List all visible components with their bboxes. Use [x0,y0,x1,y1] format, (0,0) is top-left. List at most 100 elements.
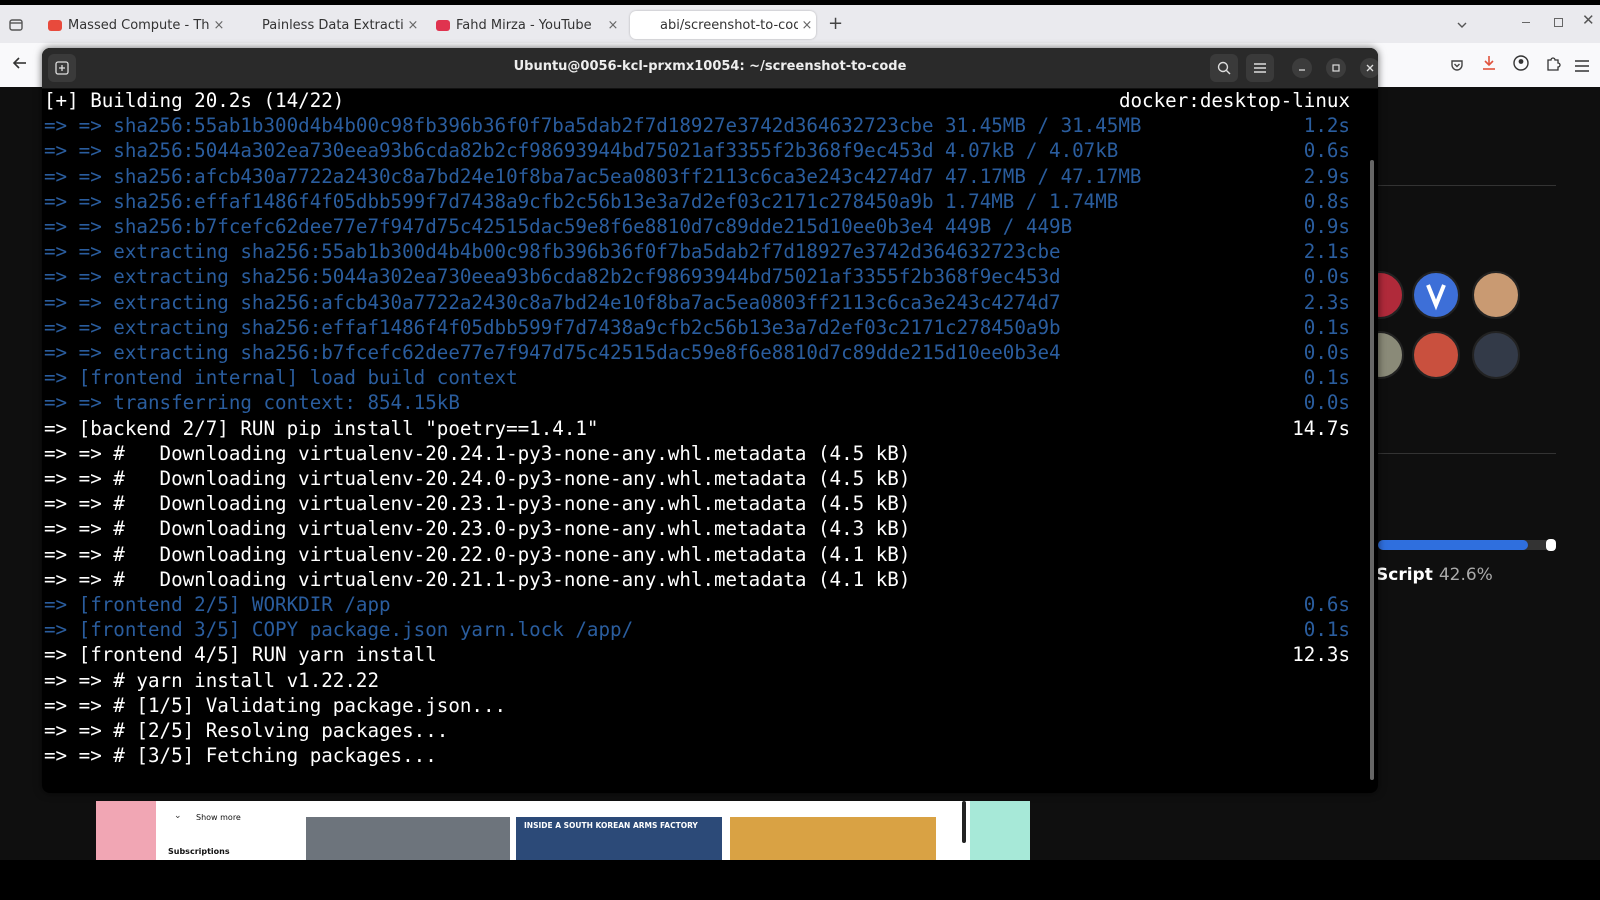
new-tab-button[interactable]: + [828,13,843,34]
terminal-line: => => sha256:afcb430a7722a2430c8a7bd24e1… [44,164,1350,189]
terminal-line-text: => => # Downloading virtualenv-20.22.0-p… [44,543,911,566]
terminal-line: => => # Downloading virtualenv-20.24.1-p… [44,441,1350,466]
close-tab-icon[interactable]: × [604,18,622,33]
close-tab-icon[interactable]: × [210,18,228,33]
terminal-line-text: => => extracting sha256:5044a302ea730eea… [44,265,1061,288]
terminal-titlebar: Ubuntu@0056-kcl-prxmx10054: ~/screenshot… [42,48,1378,89]
terminal-line: => [backend 2/7] RUN pip install "poetry… [44,416,1350,441]
preview-edge [970,801,1030,860]
terminal-line-duration: 0.0s [1303,265,1350,288]
terminal-line-text: => => # Downloading virtualenv-20.24.1-p… [44,442,911,465]
terminal-line-text: => => # Downloading virtualenv-20.24.0-p… [44,467,911,490]
terminal-line-text: => [frontend 4/5] RUN yarn install [44,643,437,666]
search-icon[interactable] [1210,54,1238,82]
video-thumbnail[interactable] [306,817,510,860]
terminal-line: => => extracting sha256:effaf1486f4f05db… [44,315,1350,340]
page-favicon-icon [242,20,256,31]
terminal-line-duration: 0.0s [1303,391,1350,414]
downloads-icon[interactable] [1482,55,1496,75]
terminal-line-text: => => sha256:5044a302ea730eea93b6cda82b2… [44,139,1119,162]
tab-screenshot-to-code[interactable]: abi/screenshot-to-code: × [630,11,816,39]
terminal-line: => [frontend 2/5] WORKDIR /app 0.6s [44,592,1350,617]
terminal-line-text: => => sha256:b7fcefc62dee77e7f947d75c425… [44,215,1073,238]
terminal-line-duration: 0.0s [1303,341,1350,364]
terminal-title: Ubuntu@0056-kcl-prxmx10054: ~/screenshot… [513,59,907,74]
page-favicon-icon [640,20,654,31]
minimize-window-icon[interactable] [1522,22,1530,23]
terminal-scrollbar[interactable] [1370,160,1374,780]
contributor-avatar[interactable] [1472,331,1520,379]
divider [1378,185,1556,186]
youtube-sidebar: ⌄ Show more Subscriptions [156,801,302,860]
terminal-line-duration: 0.9s [1303,215,1350,238]
terminal-line: => => # Downloading virtualenv-20.24.0-p… [44,466,1350,491]
scrollbar[interactable] [962,801,966,843]
extensions-icon[interactable] [1545,55,1561,75]
terminal-line: => => # Downloading virtualenv-20.21.1-p… [44,567,1350,592]
terminal-line-text: => [backend 2/7] RUN pip install "poetry… [44,417,599,440]
menu-hamburger-icon[interactable] [1246,54,1274,82]
tab-painless-data-extraction[interactable]: Painless Data Extraction × [232,11,422,39]
tab-overflow-chevron-icon[interactable] [1456,16,1468,35]
terminal-line-duration: 0.1s [1303,366,1350,389]
restore-window-icon[interactable] [1554,18,1563,27]
terminal-line: => => extracting sha256:b7fcefc62dee77e7… [44,340,1350,365]
pocket-icon[interactable] [1450,57,1464,76]
terminal-line-text: => => extracting sha256:55ab1b300d4b4b00… [44,240,1061,263]
terminal-line-text: => => sha256:55ab1b300d4b4b00c98fb396b36… [44,114,1142,137]
close-window-icon[interactable] [1360,58,1378,78]
terminal-line-duration: 0.1s [1303,618,1350,641]
menu-hamburger-icon[interactable] [1575,57,1589,76]
terminal-line: => => sha256:b7fcefc62dee77e7f947d75c425… [44,214,1350,239]
contributor-avatar[interactable] [1472,271,1520,319]
build-status: [+] Building 20.2s (14/22) [44,89,345,112]
terminal-line-duration: 0.6s [1303,139,1350,162]
terminal-line-duration: 2.9s [1303,165,1350,188]
divider [1378,453,1556,454]
terminal-line-duration: 0.6s [1303,593,1350,616]
tab-massed-compute[interactable]: Massed Compute - Think × [38,11,228,39]
preview-edge [96,801,156,860]
close-tab-icon[interactable]: × [404,18,422,33]
terminal-line-duration: 12.3s [1292,643,1350,666]
terminal-line: => => # Downloading virtualenv-20.23.1-p… [44,491,1350,516]
terminal-line: => => # [3/5] Fetching packages... [44,743,1350,768]
terminal-line-text: => [frontend 3/5] COPY package.json yarn… [44,618,634,641]
terminal-line-duration: 14.7s [1292,417,1350,440]
contributor-avatar[interactable] [1412,271,1460,319]
tab-list-icon[interactable] [9,16,23,35]
close-window-icon[interactable]: ✕ [1582,11,1595,29]
video-thumbnail[interactable] [730,817,936,860]
language-percent: 42.6% [1438,565,1493,585]
terminal-output[interactable]: [+] Building 20.2s (14/22) docker:deskto… [42,88,1378,793]
terminal-line-text: => => # yarn install v1.22.22 [44,669,380,692]
contributor-avatar[interactable] [1412,331,1460,379]
terminal-line-text: => => sha256:afcb430a7722a2430c8a7bd24e1… [44,165,1142,188]
video-thumbnail[interactable]: INSIDE A SOUTH KOREAN ARMS FACTORY [516,817,722,860]
terminal-header-line: [+] Building 20.2s (14/22) docker:deskto… [44,88,1350,113]
terminal-line: => => # [1/5] Validating package.json... [44,693,1350,718]
terminal-line: => => transferring context: 854.15kB 0.0s [44,390,1350,415]
terminal-line-text: => => # [3/5] Fetching packages... [44,744,437,767]
show-more-link[interactable]: Show more [196,813,241,822]
terminal-window[interactable]: Ubuntu@0056-kcl-prxmx10054: ~/screenshot… [42,48,1378,793]
close-tab-icon[interactable]: × [798,18,816,33]
terminal-line-text: => [frontend internal] load build contex… [44,366,518,389]
chevron-down-icon[interactable]: ⌄ [174,811,182,821]
account-icon[interactable] [1513,55,1529,75]
language-bar-segment [1546,539,1556,551]
terminal-line: => [frontend 3/5] COPY package.json yarn… [44,617,1350,642]
tab-fahd-mirza-youtube[interactable]: Fahd Mirza - YouTube × [426,11,622,39]
terminal-line: => => extracting sha256:5044a302ea730eea… [44,264,1350,289]
terminal-line-text: => => sha256:effaf1486f4f05dbb599f7d7438… [44,190,1119,213]
minimize-window-icon[interactable] [1292,58,1312,78]
terminal-line-duration: 0.1s [1303,316,1350,339]
maximize-window-icon[interactable] [1326,58,1346,78]
terminal-line: => [frontend internal] load build contex… [44,365,1350,390]
tab-title: Painless Data Extraction [262,17,404,33]
terminal-line-duration: 2.3s [1303,291,1350,314]
terminal-line-text: => => # Downloading virtualenv-20.21.1-p… [44,568,911,591]
terminal-line-duration: 1.2s [1303,114,1350,137]
terminal-line-text: => => extracting sha256:effaf1486f4f05db… [44,316,1061,339]
back-arrow-icon[interactable] [12,55,28,75]
